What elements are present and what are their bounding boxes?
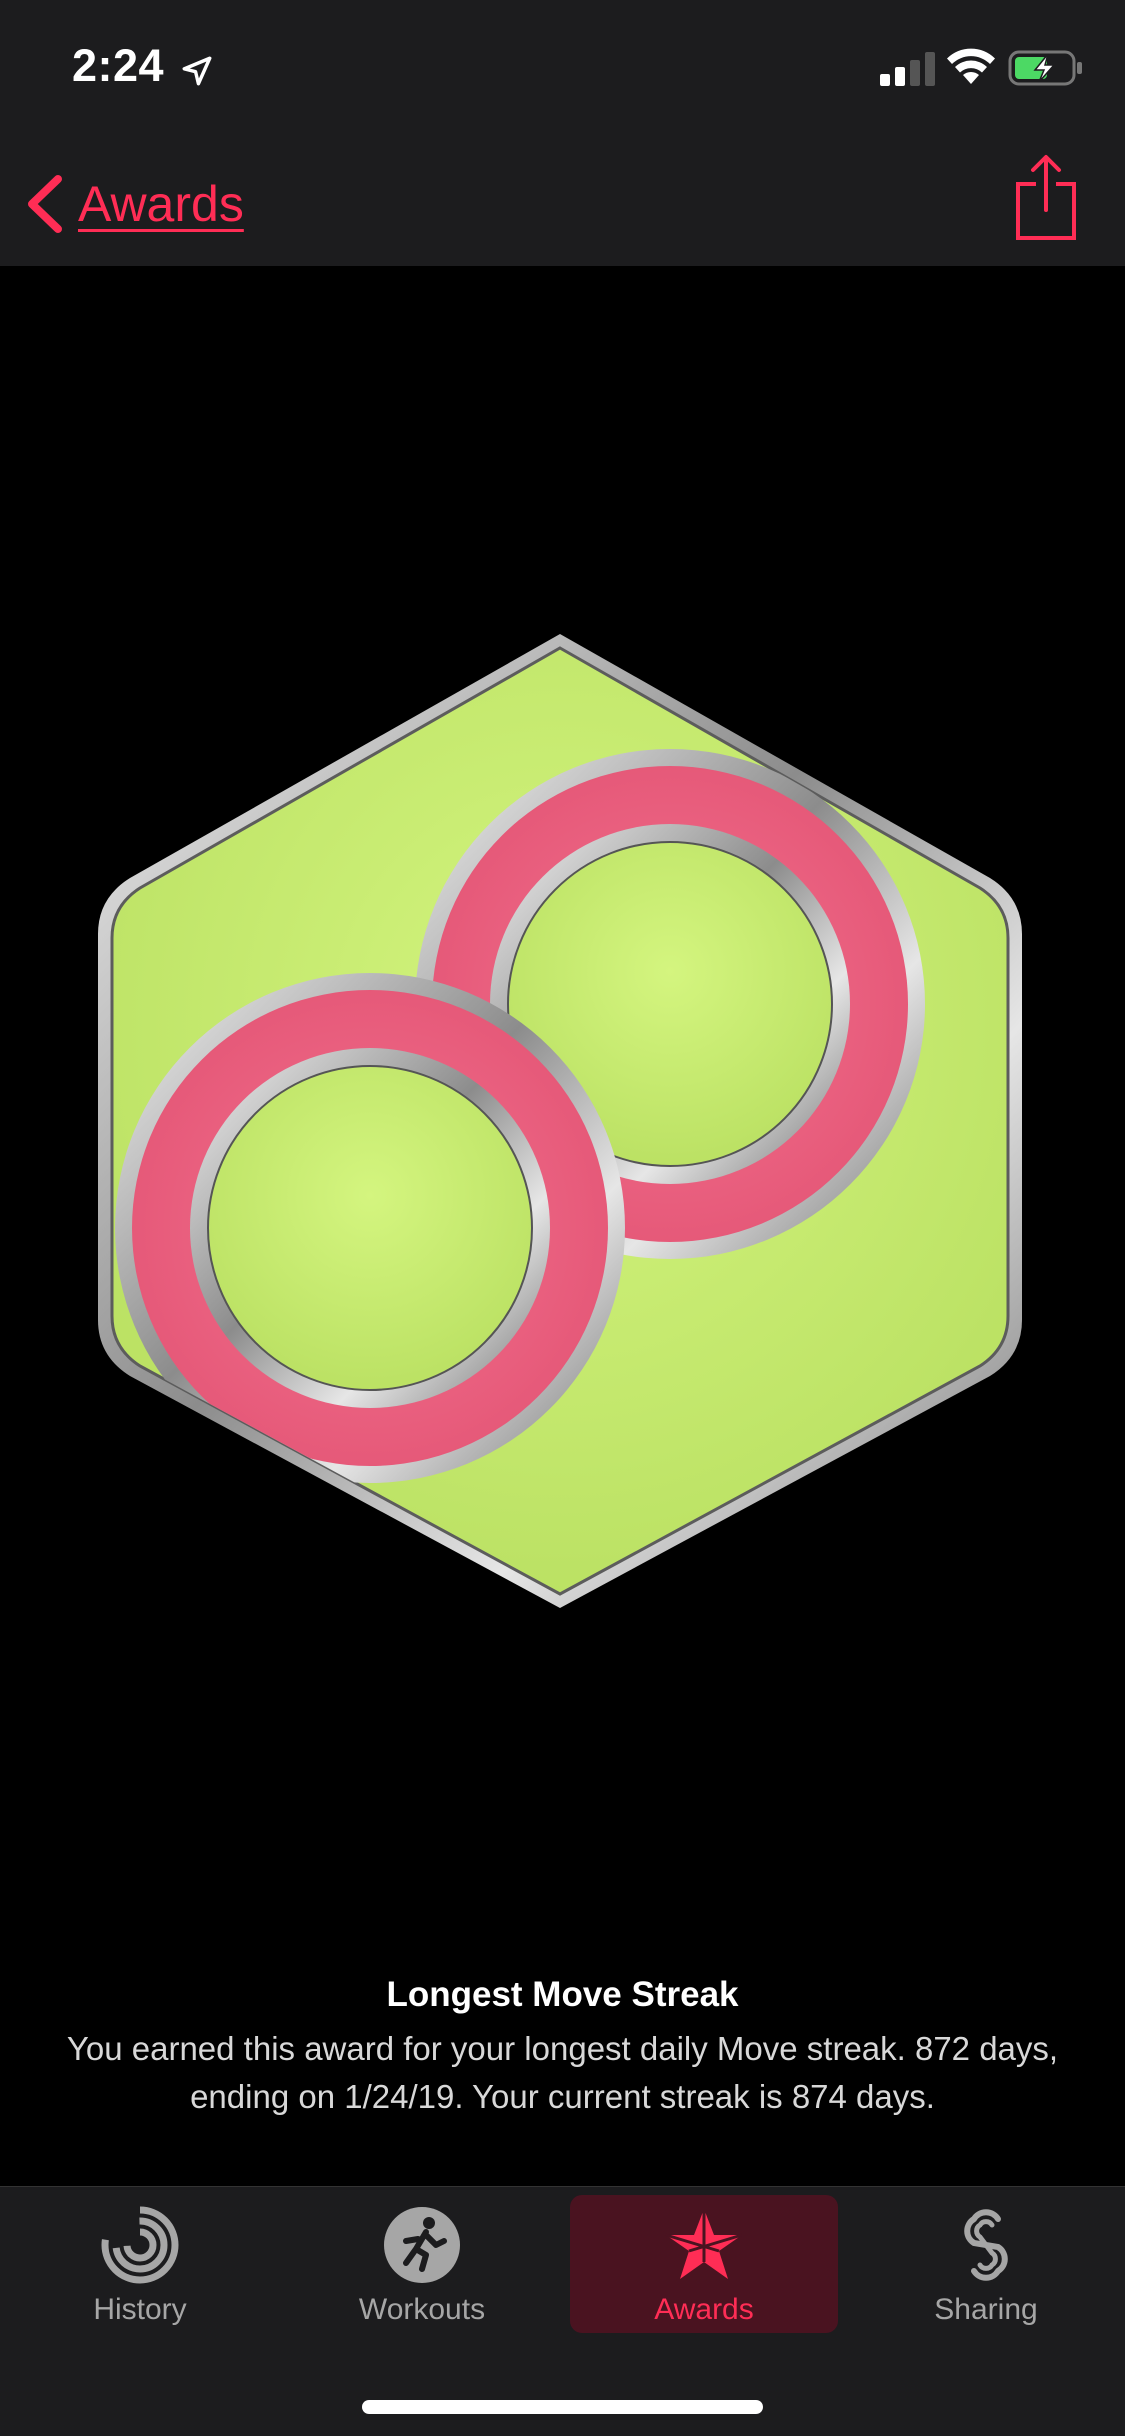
battery-charging-icon — [1008, 50, 1082, 86]
tab-sharing-label: Sharing — [934, 2293, 1038, 2326]
cellular-signal-icon — [880, 52, 935, 86]
tab-workouts-label: Workouts — [358, 2293, 486, 2326]
tab-sharing[interactable]: Sharing — [852, 2195, 1120, 2333]
medal-area — [0, 266, 1125, 1956]
share-icon[interactable] — [1014, 154, 1078, 242]
wifi-icon — [947, 48, 995, 84]
tab-awards[interactable]: Awards — [570, 2195, 838, 2333]
award-description: You earned this award for your longest d… — [66, 2030, 1059, 2115]
navigation-bar: Awards — [0, 140, 1125, 266]
status-bar: 2:24 — [0, 0, 1125, 140]
sharing-icon — [964, 2209, 1008, 2281]
award-title: Longest Move Streak — [386, 1975, 739, 2014]
chevron-left-icon — [28, 175, 62, 233]
history-rings-icon — [101, 2206, 179, 2284]
location-arrow-icon — [182, 56, 212, 86]
tab-history[interactable]: History — [6, 2195, 274, 2333]
back-button-label: Awards — [78, 176, 244, 232]
back-button[interactable]: Awards — [22, 164, 244, 244]
tab-workouts[interactable]: Workouts — [288, 2195, 556, 2333]
infinity-streak-medal-icon — [98, 634, 1022, 1608]
tab-bar: History Workouts Awards Sharing — [0, 2186, 1125, 2436]
screen: 2:24 Awards Longest Move Streak You earn… — [0, 0, 1125, 2436]
running-figure-icon — [384, 2207, 460, 2283]
award-star-icon — [665, 2209, 743, 2279]
home-indicator[interactable] — [362, 2400, 763, 2414]
status-time: 2:24 — [72, 40, 165, 91]
tab-awards-label: Awards — [654, 2293, 754, 2326]
tab-history-label: History — [93, 2293, 187, 2326]
